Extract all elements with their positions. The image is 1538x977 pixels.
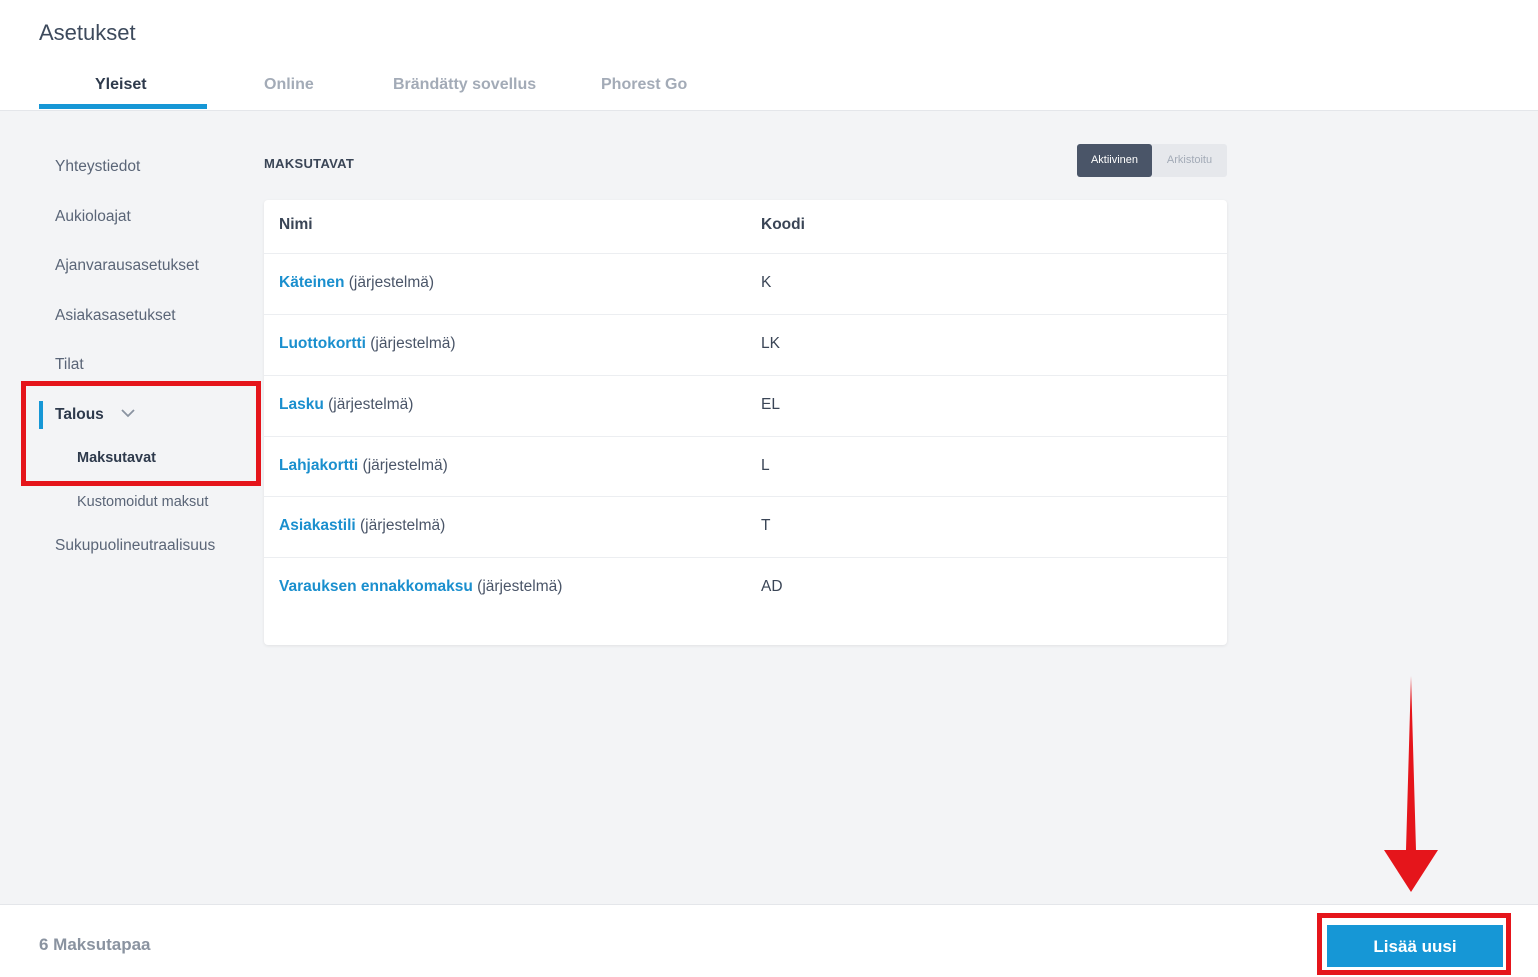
payment-name-cell: Varauksen ennakkomaksu (järjestelmä) (279, 578, 562, 596)
payment-method-link[interactable]: Lahjakortti (279, 457, 358, 474)
system-tag: (järjestelmä) (344, 274, 435, 291)
table-row: Käteinen (järjestelmä) K (264, 253, 1227, 314)
payment-code-cell: T (761, 517, 771, 534)
payment-method-link[interactable]: Asiakastili (279, 517, 356, 534)
add-new-button[interactable]: Lisää uusi (1327, 925, 1503, 967)
table-row: Lasku (järjestelmä) EL (264, 375, 1227, 436)
tab-online[interactable]: Online (264, 76, 314, 94)
payment-name-cell: Käteinen (järjestelmä) (279, 274, 434, 292)
payment-code-cell: EL (761, 396, 780, 413)
payment-method-link[interactable]: Varauksen ennakkomaksu (279, 578, 473, 595)
payment-name-cell: Lasku (järjestelmä) (279, 396, 413, 414)
sidebar-item-sukupuolineutraalisuus[interactable]: Sukupuolineutraalisuus (55, 537, 215, 555)
sidebar-item-talous[interactable]: Talous (55, 406, 104, 424)
payment-method-count: 6 Maksutapaa (39, 935, 151, 954)
payment-code-cell: L (761, 457, 770, 474)
active-tab-indicator (39, 104, 207, 109)
payment-code-cell: LK (761, 335, 780, 352)
table-row: Varauksen ennakkomaksu (järjestelmä) AD (264, 557, 1227, 618)
header: Asetukset Yleiset Online Brändätty sovel… (0, 0, 1538, 111)
payment-code-cell: AD (761, 578, 783, 595)
tab-yleiset[interactable]: Yleiset (95, 76, 147, 94)
system-tag: (järjestelmä) (472, 578, 563, 595)
payment-code-cell: K (761, 274, 772, 291)
table-row: Luottokortti (järjestelmä) LK (264, 314, 1227, 375)
table-row: Lahjakortti (järjestelmä) L (264, 436, 1227, 497)
payment-name-cell: Lahjakortti (järjestelmä) (279, 457, 448, 475)
system-tag: (järjestelmä) (323, 396, 414, 413)
sidebar-item-aukioloajat[interactable]: Aukioloajat (55, 208, 131, 226)
sidebar-item-asiakasasetukset[interactable]: Asiakasasetukset (55, 307, 176, 325)
annotation-highlight-talous (21, 381, 261, 486)
tab-phorest-go[interactable]: Phorest Go (601, 76, 687, 94)
annotation-arrow-icon (1384, 676, 1438, 892)
system-tag: (järjestelmä) (358, 457, 448, 474)
footer-bar: 6 Maksutapaa Lisää uusi (0, 904, 1538, 977)
status-filter-toggle: Aktiivinen Arkistoitu (1077, 144, 1227, 177)
sidebar-item-ajanvarausasetukset[interactable]: Ajanvarausasetukset (55, 257, 199, 275)
active-section-indicator (39, 401, 43, 429)
sidebar-item-yhteystiedot[interactable]: Yhteystiedot (55, 158, 140, 176)
filter-archived-button[interactable]: Arkistoitu (1152, 144, 1227, 177)
section-title: MAKSUTAVAT (264, 156, 355, 171)
payment-method-link[interactable]: Lasku (279, 396, 324, 413)
payment-methods-table: Nimi Koodi Käteinen (järjestelmä) K Luot… (264, 200, 1227, 645)
column-header-code: Koodi (761, 216, 805, 233)
payment-method-link[interactable]: Luottokortti (279, 335, 366, 352)
sidebar-subitem-kustomoidut-maksut[interactable]: Kustomoidut maksut (77, 494, 208, 510)
tab-branded-app[interactable]: Brändätty sovellus (393, 76, 536, 94)
chevron-down-icon[interactable] (120, 405, 136, 421)
system-tag: (järjestelmä) (355, 517, 446, 534)
system-tag: (järjestelmä) (365, 335, 456, 352)
table-row: Asiakastili (järjestelmä) T (264, 496, 1227, 557)
filter-active-button[interactable]: Aktiivinen (1077, 144, 1152, 177)
payment-name-cell: Asiakastili (järjestelmä) (279, 517, 445, 535)
sidebar-subitem-maksutavat[interactable]: Maksutavat (77, 450, 156, 466)
payment-name-cell: Luottokortti (järjestelmä) (279, 335, 456, 353)
page-title: Asetukset (39, 20, 136, 45)
column-header-name: Nimi (279, 216, 313, 233)
payment-method-link[interactable]: Käteinen (279, 274, 344, 291)
sidebar-item-tilat[interactable]: Tilat (55, 356, 84, 374)
